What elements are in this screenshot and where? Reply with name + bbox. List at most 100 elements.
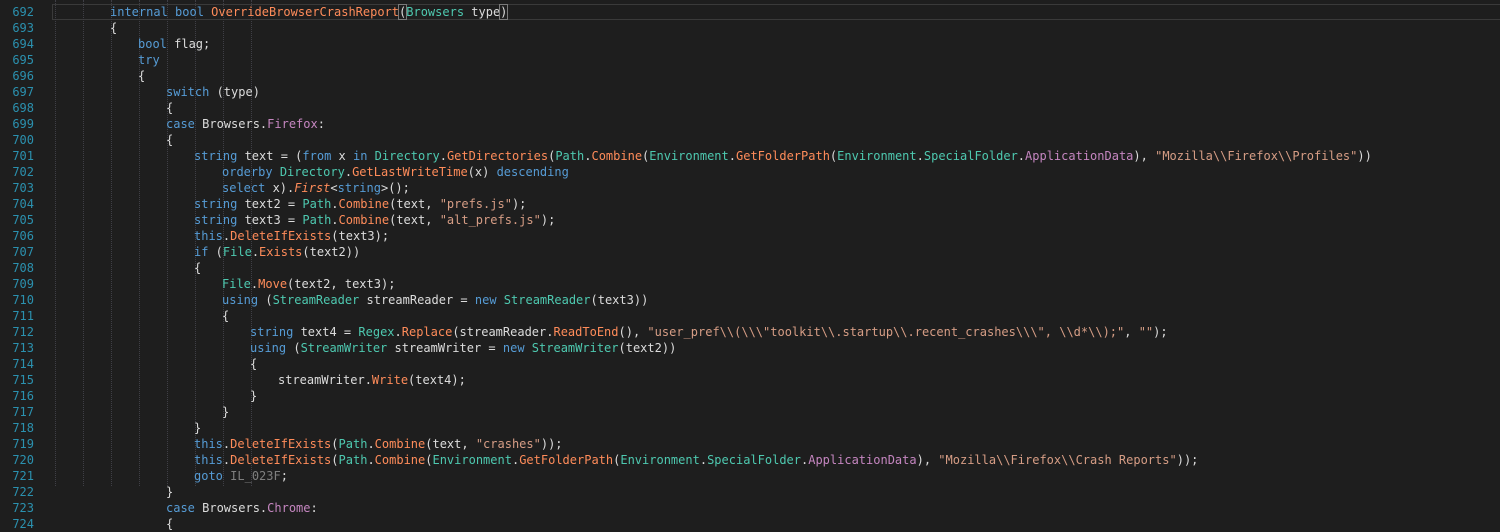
code-line[interactable]: 699 case Browsers.Firefox: (0, 116, 1500, 132)
code-line[interactable]: 713 using (StreamWriter streamWriter = ne… (0, 340, 1500, 356)
code-text: bool flag; (138, 36, 210, 52)
code-token: { (138, 69, 146, 83)
code-token: Combine (374, 453, 426, 467)
code-line[interactable]: 693 { (0, 20, 1500, 36)
code-text: this.DeleteIfExists(text3); (194, 228, 389, 244)
code-token: Environment (649, 149, 729, 163)
code-token: StreamWriter (531, 341, 619, 355)
code-line[interactable]: 692 internal bool OverrideBrowserCrashRep… (0, 4, 1500, 20)
code-token: . (699, 453, 708, 467)
code-line[interactable]: 718} (0, 420, 1500, 436)
code-text: { (194, 260, 201, 276)
code-token: , (1124, 325, 1139, 339)
code-token: File (222, 277, 251, 291)
code-token: : (310, 501, 318, 515)
code-token: . (916, 149, 924, 163)
line-number: 695 (12, 53, 34, 67)
code-token: } (250, 389, 258, 403)
code-token: Environment (620, 453, 700, 467)
code-text: using (StreamWriter streamWriter = new S… (250, 340, 676, 356)
code-line[interactable]: 724 { (0, 516, 1500, 532)
code-line[interactable]: 721 goto IL_023F; (0, 468, 1500, 484)
code-line[interactable]: 717} (0, 404, 1500, 420)
code-line[interactable]: 709 File.Move(text2, text3); (0, 276, 1500, 292)
code-token: x). (265, 181, 295, 195)
line-number: 702 (12, 165, 34, 179)
code-token: ), (916, 453, 939, 467)
code-text: { (110, 20, 117, 36)
code-token: "prefs.js" (439, 197, 512, 211)
code-token: Combine (338, 213, 390, 227)
code-editor[interactable]: 692 internal bool OverrideBrowserCrashRep… (0, 0, 1500, 531)
code-line[interactable]: 697 switch (type) (0, 84, 1500, 100)
code-line[interactable]: 694 bool flag; (0, 36, 1500, 52)
code-text: string text2 = Path.Combine(text, "prefs… (194, 196, 526, 212)
code-line[interactable]: 723 case Browsers.Chrome: (0, 500, 1500, 516)
code-line[interactable]: 710 using (StreamReader streamReader = ne… (0, 292, 1500, 308)
code-token: (text4); (408, 373, 466, 387)
code-line[interactable]: 714 { (0, 356, 1500, 372)
code-line[interactable]: 712 string text4 = Regex.Replace(streamRe… (0, 324, 1500, 340)
code-token: Browsers. (194, 501, 268, 515)
code-token: { (166, 101, 174, 115)
code-token: StreamWriter (300, 341, 388, 355)
code-token: ReadToEnd (553, 325, 619, 339)
code-line[interactable]: 704 string text2 = Path.Combine(text, "pr… (0, 196, 1500, 212)
code-line[interactable]: 706 this.DeleteIfExists(text3); (0, 228, 1500, 244)
code-line[interactable]: 701 string text = (from x in Directory.Ge… (0, 148, 1500, 164)
code-token: orderby (222, 165, 273, 179)
code-token: (text2)) (302, 245, 361, 259)
line-number: 724 (12, 517, 34, 531)
code-token: Combine (374, 437, 426, 451)
code-token: (text, (425, 437, 476, 451)
line-number: 703 (12, 181, 34, 195)
code-line[interactable]: 703 select x).First<string>(); (0, 180, 1500, 196)
code-line[interactable]: 700 { (0, 132, 1500, 148)
code-token: flag; (166, 37, 211, 51)
line-number: 721 (12, 469, 34, 483)
code-token: OverrideBrowserCrashReport (211, 5, 400, 19)
code-token: type (464, 5, 501, 19)
code-text: try (138, 52, 160, 68)
code-text: string text = (from x in Directory.GetDi… (194, 148, 1372, 164)
code-line[interactable]: 711 { (0, 308, 1500, 324)
code-line[interactable]: 716} (0, 388, 1500, 404)
code-line[interactable]: 707 if (File.Exists(text2)) (0, 244, 1500, 260)
code-line[interactable]: 708 { (0, 260, 1500, 276)
code-line[interactable]: 695 try (0, 52, 1500, 68)
code-line[interactable]: 722} (0, 484, 1500, 500)
code-token: { (110, 21, 118, 35)
code-token: select (222, 181, 266, 195)
code-line[interactable]: 719 this.DeleteIfExists(Path.Combine(text… (0, 436, 1500, 452)
code-token: string (250, 325, 294, 339)
line-number: 701 (12, 149, 34, 163)
code-token: "user_pref\\(\\\"toolkit\\.startup\\.rec… (647, 325, 1125, 339)
line-number: 698 (12, 101, 34, 115)
code-token: (text2, text3); (287, 277, 396, 291)
code-token: SpecialFolder (923, 149, 1018, 163)
code-text: string text3 = Path.Combine(text, "alt_p… (194, 212, 555, 228)
line-number: 720 (12, 453, 34, 467)
code-line[interactable]: 720 this.DeleteIfExists(Path.Combine(Envi… (0, 452, 1500, 468)
code-token: Replace (401, 325, 453, 339)
code-token: } (166, 485, 174, 499)
code-token: Exists (259, 245, 303, 259)
code-token: )); (1176, 453, 1199, 467)
code-token: } (194, 421, 202, 435)
code-line[interactable]: 696 { (0, 68, 1500, 84)
code-token: Chrome (267, 501, 311, 515)
line-number: 707 (12, 245, 34, 259)
line-number: 723 (12, 501, 34, 515)
code-token: "crashes" (475, 437, 541, 451)
line-number: 706 (12, 229, 34, 243)
line-number: 719 (12, 437, 34, 451)
code-line[interactable]: 702 orderby Directory.GetLastWriteTime(x)… (0, 164, 1500, 180)
code-line[interactable]: 705 string text3 = Path.Combine(text, "al… (0, 212, 1500, 228)
code-line[interactable]: 715 streamWriter.Write(text4); (0, 372, 1500, 388)
code-token: . (367, 437, 375, 451)
code-token: } (222, 405, 230, 419)
code-line[interactable]: 698 { (0, 100, 1500, 116)
code-token: x (331, 149, 353, 163)
